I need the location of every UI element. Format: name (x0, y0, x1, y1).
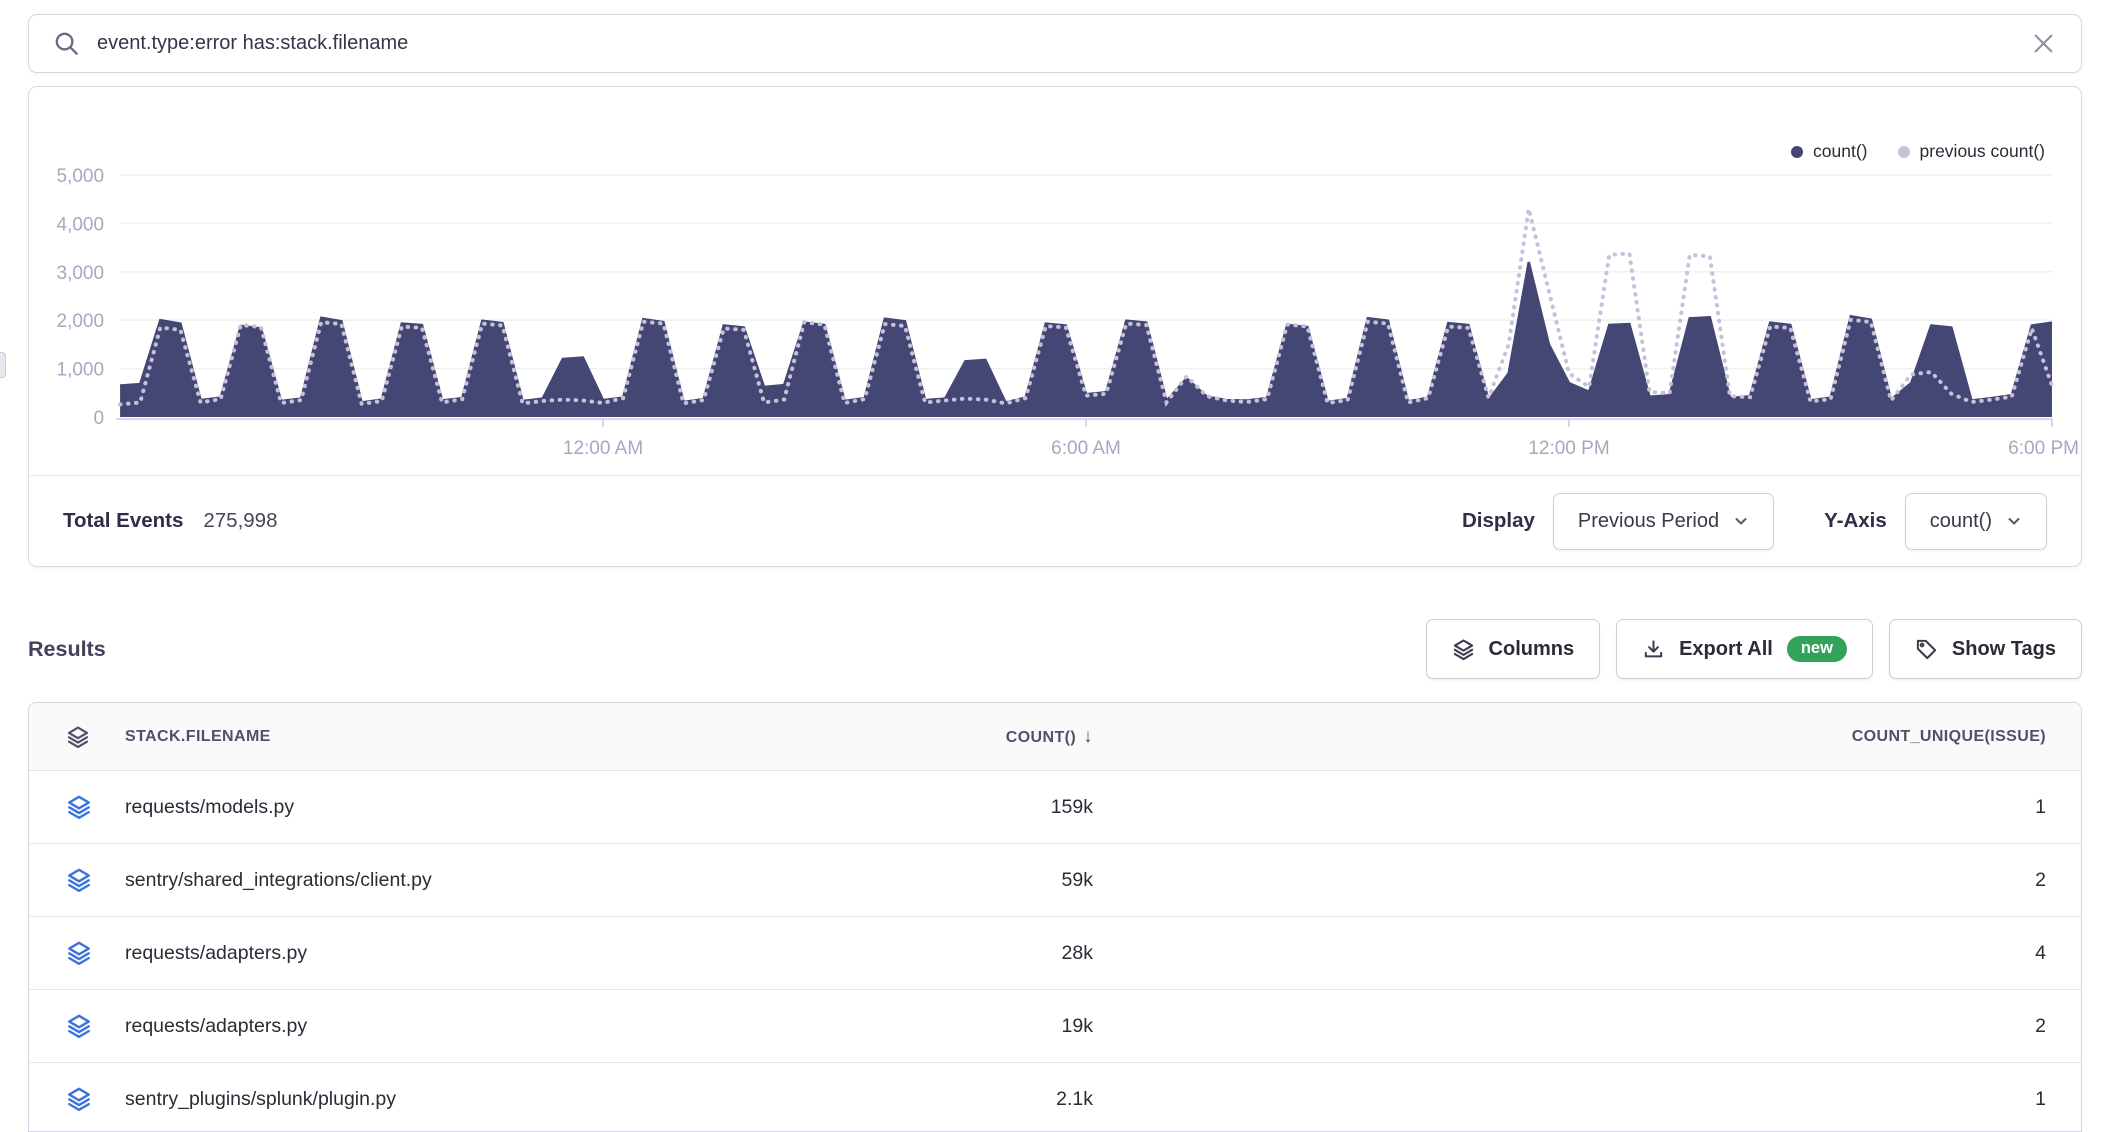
svg-text:12:00 PM: 12:00 PM (1528, 438, 1609, 459)
header-count[interactable]: COUNT()↓ (731, 726, 1161, 748)
events-chart: 0 1,000 2,000 3,000 4,000 5,000 12:00 AM 6:00 A… (29, 87, 2081, 477)
table-row: requests/adapters.py 19k 2 (29, 990, 2081, 1063)
svg-text:5,000: 5,000 (57, 166, 105, 187)
chevron-down-icon (2006, 513, 2022, 529)
display-period-value: Previous Period (1578, 510, 1719, 533)
svg-text:6:00 AM: 6:00 AM (1051, 438, 1121, 459)
svg-text:6:00 PM: 6:00 PM (2008, 438, 2079, 459)
show-tags-button[interactable]: Show Tags (1889, 619, 2082, 679)
previous-count-series-dot (1898, 146, 1910, 158)
cell-filename[interactable]: requests/models.py (125, 796, 731, 819)
svg-text:3,000: 3,000 (57, 263, 105, 284)
chart-legend: count() previous count() (1791, 141, 2045, 162)
cell-count-unique: 1 (1161, 796, 2081, 819)
clear-search-icon[interactable] (2030, 30, 2057, 57)
cell-count: 59k (731, 869, 1161, 892)
cell-count-unique: 2 (1161, 869, 2081, 892)
search-input[interactable] (97, 32, 2030, 55)
cell-filename[interactable]: sentry/shared_integrations/client.py (125, 869, 731, 892)
cell-count: 159k (731, 796, 1161, 819)
table-row: sentry_plugins/splunk/plugin.py 2.1k 1 (29, 1063, 2081, 1132)
svg-text:4,000: 4,000 (57, 214, 105, 235)
total-events-label: Total Events (63, 509, 183, 533)
columns-button-label: Columns (1489, 638, 1575, 661)
cell-count: 2.1k (731, 1088, 1161, 1111)
stack-icon[interactable] (66, 867, 92, 893)
new-badge: new (1787, 636, 1847, 662)
display-period-dropdown[interactable]: Previous Period (1553, 493, 1774, 550)
results-table: STACK.FILENAME COUNT()↓ COUNT_UNIQUE(ISS… (28, 702, 2082, 1132)
show-tags-label: Show Tags (1952, 638, 2056, 661)
cell-count: 19k (731, 1015, 1161, 1038)
svg-text:1,000: 1,000 (57, 360, 105, 381)
sort-descending-icon: ↓ (1083, 726, 1093, 747)
stack-icon (66, 725, 90, 749)
stack-icon[interactable] (66, 1086, 92, 1112)
cell-count: 28k (731, 942, 1161, 965)
legend-label: previous count() (1920, 141, 2045, 162)
export-all-button[interactable]: Export All new (1616, 619, 1873, 679)
cell-filename[interactable]: requests/adapters.py (125, 942, 731, 965)
table-row: requests/models.py 159k 1 (29, 771, 2081, 844)
legend-item-count[interactable]: count() (1791, 141, 1867, 162)
y-axis-value: count() (1930, 510, 1992, 533)
export-all-label: Export All (1679, 638, 1773, 661)
y-axis-label: Y-Axis (1824, 509, 1887, 533)
svg-text:2,000: 2,000 (57, 311, 105, 332)
chart-footer: Total Events 275,998 Display Previous Pe… (29, 475, 2081, 566)
columns-button[interactable]: Columns (1426, 619, 1601, 679)
table-row: sentry/shared_integrations/client.py 59k… (29, 844, 2081, 917)
cell-filename[interactable]: requests/adapters.py (125, 1015, 731, 1038)
svg-text:12:00 AM: 12:00 AM (563, 438, 643, 459)
legend-label: count() (1813, 141, 1867, 162)
table-row: requests/adapters.py 28k 4 (29, 917, 2081, 990)
legend-item-previous-count[interactable]: previous count() (1898, 141, 2045, 162)
cell-filename[interactable]: sentry_plugins/splunk/plugin.py (125, 1088, 731, 1111)
cell-count-unique: 4 (1161, 942, 2081, 965)
svg-text:0: 0 (93, 408, 104, 429)
download-icon (1642, 638, 1665, 661)
header-stack-filename[interactable]: STACK.FILENAME (125, 728, 731, 746)
display-label: Display (1462, 509, 1535, 533)
results-title: Results (28, 637, 106, 662)
count-series-dot (1791, 146, 1803, 158)
total-events-value: 275,998 (203, 509, 277, 533)
left-edge-fragment (0, 352, 6, 378)
y-axis-dropdown[interactable]: count() (1905, 493, 2047, 550)
layers-icon (1452, 638, 1475, 661)
cell-count-unique: 2 (1161, 1015, 2081, 1038)
header-count-unique-issue[interactable]: COUNT_UNIQUE(ISSUE) (1161, 728, 2081, 746)
events-chart-panel: 0 1,000 2,000 3,000 4,000 5,000 12:00 AM 6:00 A… (28, 86, 2082, 567)
results-bar: Results Columns Export All new Show Tags (28, 618, 2082, 680)
tag-icon (1915, 638, 1938, 661)
stack-icon[interactable] (66, 794, 92, 820)
stack-icon[interactable] (66, 1013, 92, 1039)
cell-count-unique: 1 (1161, 1088, 2081, 1111)
search-bar (28, 14, 2082, 73)
chevron-down-icon (1733, 513, 1749, 529)
table-header-row: STACK.FILENAME COUNT()↓ COUNT_UNIQUE(ISS… (29, 703, 2081, 771)
stack-icon[interactable] (66, 940, 92, 966)
search-icon (53, 30, 80, 57)
